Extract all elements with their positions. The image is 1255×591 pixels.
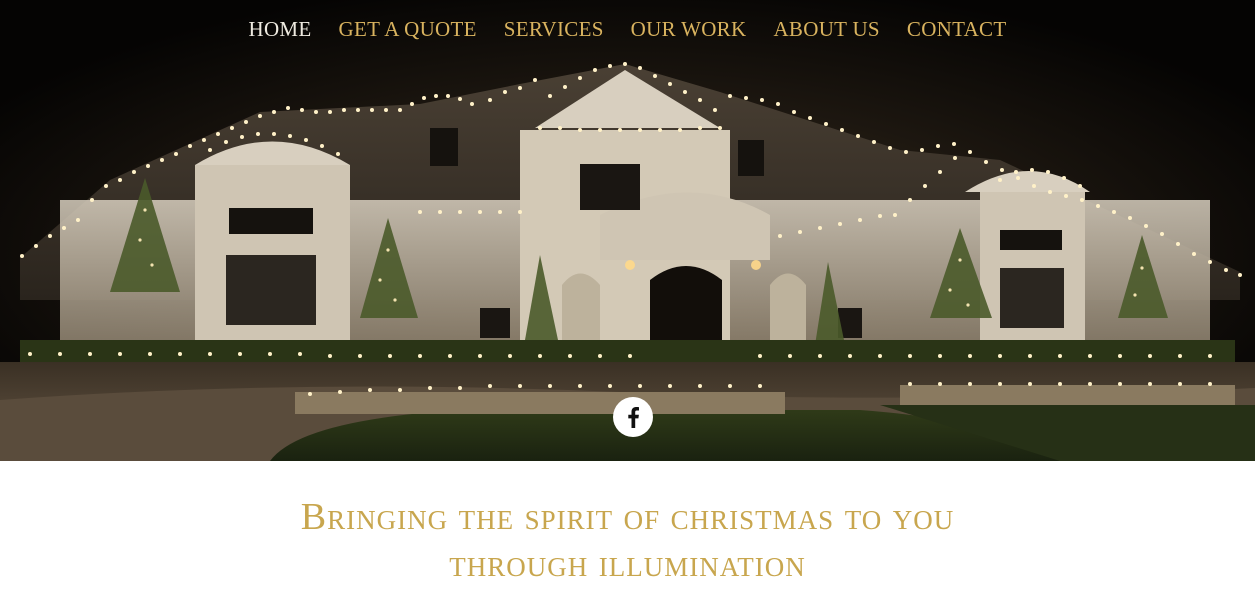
nav-our-work[interactable]: OUR WORK (631, 17, 747, 42)
page-tagline: Bringing the spirit of christmas to you … (0, 494, 1255, 588)
nav-home[interactable]: HOME (248, 17, 311, 42)
tagline-line-2: through illumination (449, 543, 806, 585)
facebook-link[interactable] (613, 397, 653, 437)
nav-services[interactable]: SERVICES (504, 17, 604, 42)
main-nav: HOME GET A QUOTE SERVICES OUR WORK ABOUT… (0, 17, 1255, 42)
nav-get-a-quote[interactable]: GET A QUOTE (339, 17, 477, 42)
facebook-icon (628, 407, 639, 428)
tagline-line-1: ringing the spirit of christmas to you (327, 496, 955, 538)
page: HOME GET A QUOTE SERVICES OUR WORK ABOUT… (0, 0, 1255, 585)
hero-image (0, 0, 1255, 461)
nav-contact[interactable]: CONTACT (907, 17, 1007, 42)
tagline-initial: B (300, 496, 328, 538)
hero-banner: HOME GET A QUOTE SERVICES OUR WORK ABOUT… (0, 0, 1255, 461)
nav-about-us[interactable]: ABOUT US (773, 17, 879, 42)
